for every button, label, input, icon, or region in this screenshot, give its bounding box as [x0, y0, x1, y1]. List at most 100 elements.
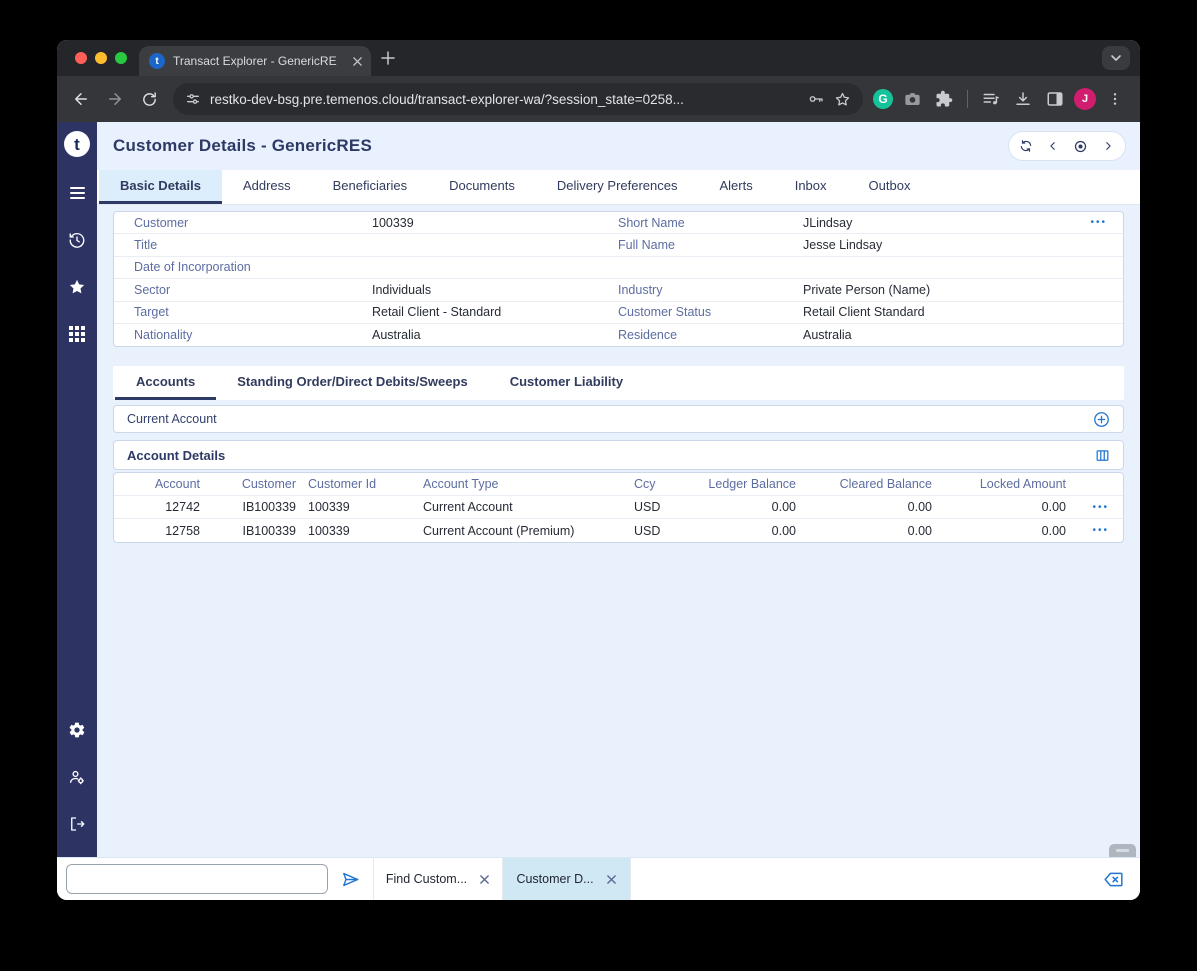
current-account-label: Current Account — [127, 412, 217, 426]
close-workspace-tab-icon[interactable] — [479, 874, 490, 885]
minimize-window-button[interactable] — [95, 52, 107, 64]
workspace-tab-find-customer[interactable]: Find Custom... — [373, 858, 502, 900]
field-value: Australia — [803, 328, 1077, 342]
current-record-icon[interactable] — [1071, 136, 1091, 156]
app-sidebar: t — [57, 122, 97, 857]
col-header[interactable]: Account — [114, 477, 200, 491]
card-menu-icon[interactable]: ••• — [1077, 217, 1123, 228]
command-input[interactable] — [66, 864, 328, 894]
close-window-button[interactable] — [75, 52, 87, 64]
tab-basic-details[interactable]: Basic Details — [99, 170, 222, 204]
clear-backspace-icon[interactable] — [1103, 869, 1124, 890]
field-label: Customer — [134, 216, 372, 230]
logout-icon[interactable] — [66, 813, 88, 835]
record-nav-toolbar — [1008, 131, 1126, 161]
close-tab-icon[interactable] — [352, 56, 363, 67]
field-label: Sector — [134, 283, 372, 297]
next-record-icon[interactable] — [1098, 136, 1118, 156]
field-label: Full Name — [618, 238, 803, 252]
side-panel-icon[interactable] — [1042, 86, 1068, 112]
field-value: Private Person (Name) — [803, 283, 1077, 297]
field-label: Industry — [618, 283, 803, 297]
workspace-tab-customer-details[interactable]: Customer D... — [502, 858, 631, 900]
col-header[interactable]: Customer — [200, 477, 296, 491]
tab-customer-liability[interactable]: Customer Liability — [489, 366, 644, 400]
new-tab-button[interactable] — [381, 51, 395, 65]
user-admin-icon[interactable] — [66, 766, 88, 788]
prev-record-icon[interactable] — [1043, 136, 1063, 156]
tab-accounts[interactable]: Accounts — [115, 366, 216, 400]
favorites-star-icon[interactable] — [66, 276, 88, 298]
reload-button[interactable] — [135, 85, 163, 113]
zoom-window-button[interactable] — [115, 52, 127, 64]
browser-tab-title: Transact Explorer - GenericRE — [173, 54, 344, 68]
row-menu-icon[interactable]: ••• — [1066, 525, 1123, 536]
field-row: Target Retail Client - Standard Customer… — [114, 302, 1123, 324]
field-label: Short Name — [618, 216, 803, 230]
col-header[interactable]: Ccy — [628, 477, 708, 491]
temenos-logo: t — [64, 131, 90, 157]
col-header[interactable]: Cleared Balance — [796, 477, 932, 491]
accounts-table: Account Customer Customer Id Account Typ… — [113, 472, 1124, 543]
workspace-tab-label: Find Custom... — [386, 872, 467, 886]
table-row[interactable]: 12742 IB100339 100339 Current Account US… — [114, 496, 1123, 519]
page-header: Customer Details - GenericRES — [97, 122, 1140, 170]
history-icon[interactable] — [66, 229, 88, 251]
window-controls — [57, 52, 139, 64]
menu-hamburger-icon[interactable] — [66, 182, 88, 204]
add-account-icon[interactable] — [1093, 411, 1110, 428]
profile-avatar[interactable]: J — [1074, 88, 1096, 110]
bookmark-star-icon[interactable] — [834, 91, 851, 108]
basic-details-card: Customer 100339 Short Name JLindsay ••• … — [113, 211, 1124, 347]
panel-resize-handle[interactable] — [1109, 844, 1136, 857]
send-command-icon[interactable] — [341, 870, 360, 889]
field-value: Retail Client Standard — [803, 305, 1077, 319]
field-row: Nationality Australia Residence Australi… — [114, 324, 1123, 346]
workspace-tab-label: Customer D... — [516, 872, 593, 886]
tab-documents[interactable]: Documents — [428, 170, 536, 204]
field-label: Customer Status — [618, 305, 803, 319]
field-label: Date of Incorporation — [134, 260, 372, 274]
site-settings-icon[interactable] — [185, 91, 201, 107]
col-header[interactable]: Account Type — [418, 477, 628, 491]
field-row: Customer 100339 Short Name JLindsay ••• — [114, 212, 1123, 234]
tab-beneficiaries[interactable]: Beneficiaries — [312, 170, 428, 204]
settings-gear-icon[interactable] — [66, 719, 88, 741]
column-settings-icon[interactable] — [1095, 448, 1110, 463]
tab-outbox[interactable]: Outbox — [848, 170, 932, 204]
col-header[interactable]: Customer Id — [296, 477, 418, 491]
apps-grid-icon[interactable] — [66, 323, 88, 345]
password-key-icon[interactable] — [807, 90, 825, 108]
screenshot-extension-icon[interactable] — [899, 86, 925, 112]
grammarly-extension-icon[interactable]: G — [873, 89, 893, 109]
page-title: Customer Details - GenericRES — [113, 136, 372, 156]
field-value: Australia — [372, 328, 618, 342]
row-menu-icon[interactable]: ••• — [1066, 502, 1123, 513]
tab-inbox[interactable]: Inbox — [774, 170, 848, 204]
browser-tab[interactable]: t Transact Explorer - GenericRE — [139, 46, 371, 76]
back-button[interactable] — [67, 85, 95, 113]
col-header[interactable]: Ledger Balance — [708, 477, 796, 491]
close-workspace-tab-icon[interactable] — [606, 874, 617, 885]
table-row[interactable]: 12758 IB100339 100339 Current Account (P… — [114, 519, 1123, 542]
toolbar-separator — [967, 90, 968, 108]
forward-button[interactable] — [101, 85, 129, 113]
tab-standing-orders[interactable]: Standing Order/Direct Debits/Sweeps — [216, 366, 488, 400]
tab-delivery-preferences[interactable]: Delivery Preferences — [536, 170, 699, 204]
chrome-menu-icon[interactable] — [1102, 86, 1128, 112]
tab-search-button[interactable] — [1102, 46, 1130, 70]
account-details-title: Account Details — [127, 448, 225, 463]
tab-address[interactable]: Address — [222, 170, 312, 204]
refresh-record-icon[interactable] — [1016, 136, 1036, 156]
extensions-puzzle-icon[interactable] — [931, 86, 957, 112]
col-header[interactable]: Locked Amount — [932, 477, 1066, 491]
address-bar[interactable]: restko-dev-bsg.pre.temenos.cloud/transac… — [173, 83, 863, 115]
main-panel: Customer Details - GenericRES — [97, 122, 1140, 857]
browser-window: t Transact Explorer - GenericRE restk — [57, 40, 1140, 900]
tab-alerts[interactable]: Alerts — [698, 170, 773, 204]
downloads-icon[interactable] — [1010, 86, 1036, 112]
field-row: Date of Incorporation — [114, 257, 1123, 279]
field-label: Title — [134, 238, 372, 252]
field-row: Sector Individuals Industry Private Pers… — [114, 279, 1123, 301]
media-playlist-icon[interactable] — [978, 86, 1004, 112]
